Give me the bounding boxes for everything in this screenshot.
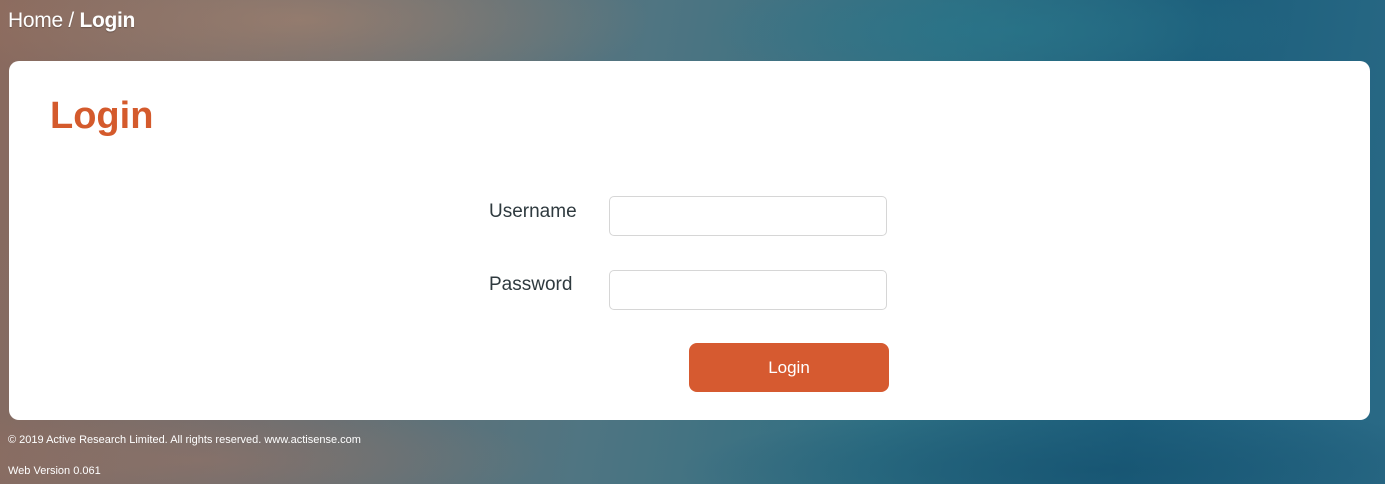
- breadcrumb: Home / Login: [8, 9, 135, 33]
- password-label: Password: [489, 274, 573, 295]
- footer-version: Web Version 0.061: [8, 465, 101, 477]
- login-button[interactable]: Login: [689, 343, 889, 392]
- breadcrumb-current: Login: [79, 9, 136, 32]
- username-label: Username: [489, 201, 577, 222]
- breadcrumb-separator: /: [62, 9, 80, 32]
- username-input[interactable]: [609, 196, 887, 236]
- footer-copyright: © 2019 Active Research Limited. All righ…: [8, 434, 361, 446]
- login-card: Login Username Password Login: [9, 61, 1370, 420]
- breadcrumb-home-link[interactable]: Home: [8, 9, 63, 32]
- page-title: Login: [50, 95, 154, 137]
- password-input[interactable]: [609, 270, 887, 310]
